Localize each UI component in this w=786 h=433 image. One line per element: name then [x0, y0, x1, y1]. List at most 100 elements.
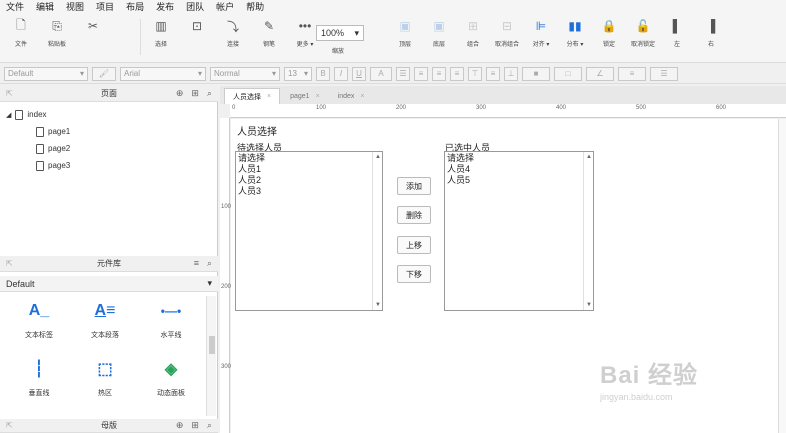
- close-icon[interactable]: ×: [267, 93, 271, 100]
- lock-button[interactable]: 🔒 锁定: [594, 17, 624, 48]
- list-item[interactable]: 请选择: [447, 153, 591, 164]
- add-folder-icon[interactable]: ⊞: [191, 88, 199, 99]
- send-to-bottom-button[interactable]: ▣ 底层: [424, 17, 454, 48]
- ungroup-button[interactable]: ⊟ 取消组合: [492, 17, 522, 48]
- tree-row-page3[interactable]: page3: [0, 157, 218, 174]
- chevron-down-icon: ▾: [207, 278, 212, 288]
- list-item[interactable]: 人员2: [238, 175, 380, 186]
- search-icon[interactable]: ⌕: [207, 258, 212, 269]
- align-center-icon[interactable]: ≡: [432, 66, 446, 81]
- bullet-list-icon[interactable]: ☰: [396, 66, 410, 81]
- widget-grid: A_ 文本标签 A ≡ 文本段落 •—• 水平线 ┆ 垂直线 ⬚ 热区 ◈ 动态面…: [0, 298, 204, 398]
- add-button[interactable]: 添加: [397, 177, 431, 195]
- page-heading[interactable]: 人员选择: [237, 123, 277, 138]
- add-folder-icon[interactable]: ⊞: [191, 420, 199, 431]
- available-people-listbox[interactable]: 请选择 人员1 人员2 人员3 ▲ ▼: [235, 151, 383, 311]
- close-icon[interactable]: ×: [316, 93, 320, 100]
- canvas-scrollbar[interactable]: [778, 119, 786, 433]
- left-button[interactable]: ▌ 左: [662, 17, 692, 48]
- listbox-scrollbar[interactable]: ▲ ▼: [372, 152, 382, 310]
- font-size-select[interactable]: 13 ▾: [284, 66, 312, 81]
- list-item[interactable]: 人员4: [447, 164, 591, 175]
- search-icon[interactable]: ⌕: [207, 420, 212, 431]
- format-painter-icon[interactable]: 🖌: [92, 66, 116, 81]
- unlock-button[interactable]: 🔓 取消锁定: [628, 17, 658, 48]
- file-button[interactable]: 🗋 文件: [6, 17, 36, 49]
- widget-horizontal-line[interactable]: •—• 水平线: [138, 298, 204, 340]
- shadow-icon[interactable]: □: [554, 66, 582, 81]
- style-select[interactable]: Default ▾: [4, 66, 88, 81]
- line-style-icon[interactable]: ☰: [650, 66, 678, 81]
- menu-view[interactable]: 视图: [66, 0, 84, 13]
- list-item[interactable]: 人员3: [238, 186, 380, 197]
- widget-paragraph[interactable]: A ≡ 文本段落: [72, 298, 138, 340]
- cut-button[interactable]: ✂: [78, 17, 108, 35]
- library-scrollbar[interactable]: [206, 296, 216, 416]
- scroll-up-icon[interactable]: ▲: [586, 154, 592, 160]
- group-button[interactable]: ⊞ 组合: [458, 17, 488, 48]
- zoom-select[interactable]: 100% ▾: [316, 25, 364, 41]
- scroll-down-icon[interactable]: ▼: [375, 302, 381, 308]
- bring-to-top-button[interactable]: ▣ 顶层: [390, 17, 420, 48]
- widget-hotspot[interactable]: ⬚ 热区: [72, 356, 138, 398]
- list-item[interactable]: 人员1: [238, 164, 380, 175]
- fill-color-icon[interactable]: ■: [522, 66, 550, 81]
- add-master-icon[interactable]: ⊕: [176, 420, 184, 431]
- valign-top-icon[interactable]: ⊤: [468, 66, 482, 81]
- tree-row-page1[interactable]: page1: [0, 123, 218, 140]
- widget-dynamic-panel[interactable]: ◈ 动态面板: [138, 356, 204, 398]
- list-item[interactable]: 请选择: [238, 153, 380, 164]
- align-button[interactable]: ⊫ 对齐 ▾: [526, 17, 556, 48]
- line-width-icon[interactable]: ≡: [618, 66, 646, 81]
- font-select[interactable]: Arial ▾: [120, 66, 206, 81]
- right-button[interactable]: ▐ 右: [696, 17, 726, 48]
- library-select[interactable]: Default ▾: [0, 276, 218, 292]
- menu-layout[interactable]: 布局: [126, 0, 144, 13]
- font-weight-select[interactable]: Normal ▾: [210, 66, 280, 81]
- connector-button[interactable]: ⤵ 连接: [218, 17, 248, 49]
- tree-row-index[interactable]: ◢ index: [0, 106, 218, 123]
- watermark: Bai 经验 jingyan.baidu.com: [600, 362, 699, 402]
- listbox-scrollbar[interactable]: ▲ ▼: [583, 152, 593, 310]
- italic-icon[interactable]: I: [334, 66, 348, 81]
- add-page-icon[interactable]: ⊕: [176, 88, 184, 99]
- connect-button[interactable]: ⊡: [182, 17, 212, 35]
- menu-help[interactable]: 帮助: [246, 0, 264, 13]
- move-down-button[interactable]: 下移: [397, 265, 431, 283]
- tab-people-select[interactable]: 人员选择 ×: [224, 88, 281, 104]
- font-color-icon[interactable]: A: [370, 66, 392, 81]
- menu-edit[interactable]: 编辑: [36, 0, 54, 13]
- search-icon[interactable]: ⌕: [207, 88, 212, 99]
- distribute-button[interactable]: ▮▮ 分布 ▾: [560, 17, 590, 48]
- list-item[interactable]: 人员5: [447, 175, 591, 186]
- underline-icon[interactable]: U: [352, 66, 366, 81]
- close-icon[interactable]: ×: [360, 93, 364, 100]
- paste-button[interactable]: ⎘ 粘贴板: [42, 17, 72, 49]
- tab-index[interactable]: index ×: [330, 88, 373, 104]
- align-right-icon[interactable]: ≡: [450, 66, 464, 81]
- scroll-up-icon[interactable]: ▲: [375, 154, 381, 160]
- select-button[interactable]: ▥ 选择: [146, 17, 176, 48]
- pen-button[interactable]: ✎ 钢笔: [254, 17, 284, 48]
- widget-text-label[interactable]: A_ 文本标签: [6, 298, 72, 340]
- tab-page1[interactable]: page1 ×: [282, 88, 328, 104]
- menu-file[interactable]: 文件: [6, 0, 24, 13]
- bold-icon[interactable]: B: [316, 66, 330, 81]
- menu-team[interactable]: 团队: [186, 0, 204, 13]
- menu-account[interactable]: 帐户: [216, 0, 234, 13]
- menu-project[interactable]: 项目: [96, 0, 114, 13]
- menu-icon[interactable]: ≡: [194, 258, 199, 269]
- move-up-button[interactable]: 上移: [397, 236, 431, 254]
- tree-row-page2[interactable]: page2: [0, 140, 218, 157]
- collapse-triangle-icon[interactable]: ◢: [6, 111, 11, 119]
- valign-middle-icon[interactable]: ≡: [486, 66, 500, 81]
- scroll-down-icon[interactable]: ▼: [586, 302, 592, 308]
- selected-people-listbox[interactable]: 请选择 人员4 人员5 ▲ ▼: [444, 151, 594, 311]
- valign-bottom-icon[interactable]: ⊥: [504, 66, 518, 81]
- scrollbar-thumb[interactable]: [209, 336, 215, 354]
- align-left-icon[interactable]: ≡: [414, 66, 428, 81]
- widget-vertical-line[interactable]: ┆ 垂直线: [6, 356, 72, 398]
- delete-button[interactable]: 删除: [397, 206, 431, 224]
- menu-publish[interactable]: 发布: [156, 0, 174, 13]
- line-color-icon[interactable]: ∠: [586, 66, 614, 81]
